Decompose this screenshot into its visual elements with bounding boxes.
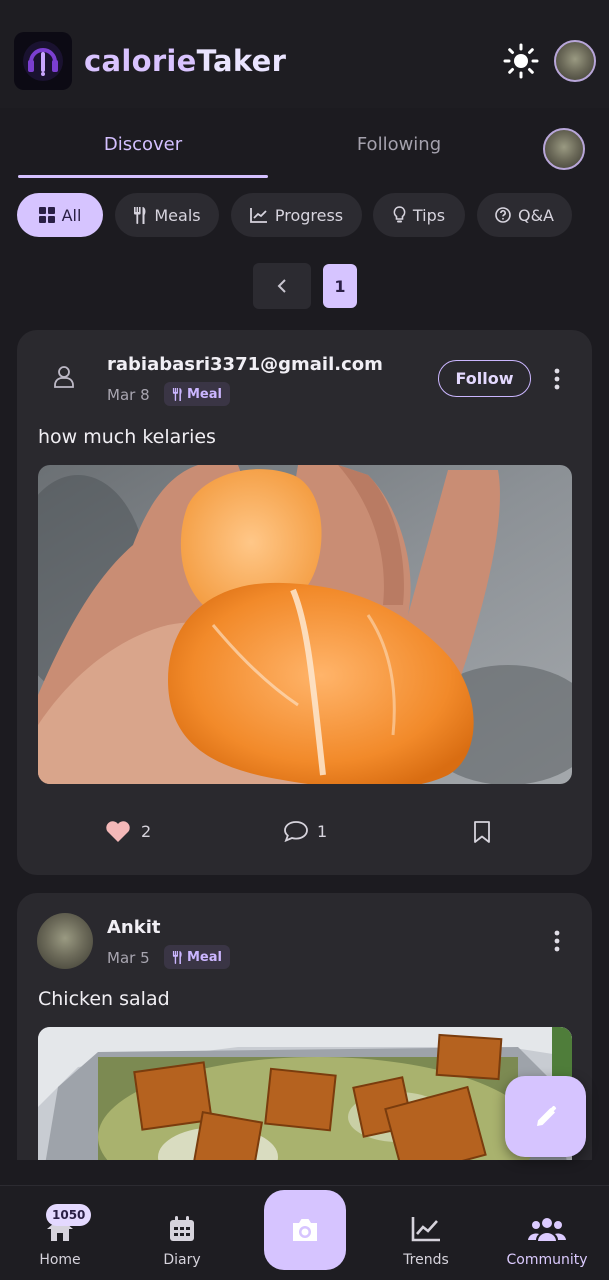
category-badge: Meal: [164, 945, 230, 969]
heart-icon: [106, 821, 130, 842]
my-profile-avatar[interactable]: [543, 128, 585, 170]
more-options-button[interactable]: [547, 364, 567, 394]
post-feed: rabiabasri3371@gmail.com Mar 8 Meal Foll…: [0, 330, 609, 1160]
feed-tabs: Discover Following: [0, 108, 609, 180]
camera-icon: [293, 1219, 317, 1241]
post-image[interactable]: [38, 465, 572, 784]
nav-home[interactable]: 1050 Home: [10, 1204, 110, 1268]
post-text: Chicken salad: [38, 988, 170, 1010]
nav-diary[interactable]: Diary: [132, 1212, 232, 1268]
comment-count: 1: [317, 821, 328, 841]
filter-chip-label: Progress: [274, 205, 344, 225]
filter-chip-tips[interactable]: Tips: [373, 193, 465, 237]
post-author[interactable]: Ankit: [107, 917, 161, 938]
create-post-button[interactable]: [505, 1076, 586, 1157]
post-author[interactable]: rabiabasri3371@gmail.com: [107, 354, 383, 375]
filter-chip-label: Meals: [154, 205, 201, 225]
profile-avatar[interactable]: [554, 40, 596, 82]
filter-chip-label: Tips: [412, 205, 446, 225]
filter-chip-qa[interactable]: Q&A: [477, 193, 572, 237]
pencil-icon: [536, 1105, 556, 1126]
brand-name-part-1: calorie: [84, 44, 197, 78]
app-logo-icon: [14, 32, 72, 90]
nav-label: Trends: [403, 1252, 449, 1268]
more-options-button[interactable]: [547, 926, 567, 956]
grid-icon: [38, 207, 55, 223]
author-avatar[interactable]: [37, 913, 93, 969]
post-card: rabiabasri3371@gmail.com Mar 8 Meal Foll…: [17, 330, 592, 875]
utensils-icon: [134, 206, 146, 224]
more-vertical-icon: [554, 368, 560, 390]
brand-name-part-2: Taker: [196, 44, 287, 78]
utensils-icon: [172, 950, 182, 964]
active-tab-indicator: [18, 175, 268, 178]
nav-trends[interactable]: Trends: [376, 1212, 476, 1268]
chart-icon: [249, 207, 267, 223]
nav-label: Home: [39, 1252, 81, 1268]
tab-following[interactable]: Following: [274, 134, 524, 155]
users-icon: [528, 1218, 566, 1241]
post-actions: 2 1: [17, 820, 592, 852]
nav-label: Diary: [163, 1252, 201, 1268]
category-badge: Meal: [164, 382, 230, 406]
chevron-left-icon: [277, 279, 286, 293]
post-date: Mar 8: [107, 386, 150, 404]
filter-chip-label: Q&A: [517, 205, 554, 225]
filter-chip-label: All: [61, 205, 82, 225]
page-number-button[interactable]: 1: [323, 264, 357, 308]
trends-icon: [411, 1217, 440, 1242]
tab-discover[interactable]: Discover: [18, 134, 268, 155]
nav-community[interactable]: Community: [497, 1212, 597, 1268]
calendar-icon: [170, 1216, 194, 1241]
filter-chips: All Meals Progress Tips Q&A: [17, 193, 597, 237]
like-count: 2: [141, 822, 152, 841]
post-date: Mar 5: [107, 949, 150, 967]
previous-page-button[interactable]: [253, 263, 311, 309]
like-button[interactable]: 2: [105, 820, 151, 843]
filter-chip-meals[interactable]: Meals: [115, 193, 219, 237]
question-icon: [495, 207, 511, 223]
follow-button[interactable]: Follow: [438, 360, 531, 397]
category-label: Meal: [187, 386, 222, 402]
nav-label: Community: [506, 1252, 588, 1268]
home-badge: 1050: [46, 1204, 92, 1226]
bookmark-button[interactable]: [472, 820, 492, 848]
app-title: calorieTaker: [84, 44, 286, 78]
bottom-navigation: 1050 Home Diary Trends Community: [0, 1185, 609, 1280]
bookmark-icon: [474, 821, 490, 843]
comment-icon: [284, 821, 308, 842]
post-text: how much kelaries: [38, 426, 216, 448]
filter-chip-progress[interactable]: Progress: [231, 193, 362, 237]
camera-button[interactable]: [264, 1190, 346, 1270]
filter-chip-all[interactable]: All: [17, 193, 103, 237]
category-label: Meal: [187, 949, 222, 965]
sun-icon: [503, 43, 539, 79]
more-vertical-icon: [554, 930, 560, 952]
default-user-icon: [37, 350, 91, 404]
comment-button[interactable]: 1: [283, 820, 327, 842]
post-image[interactable]: [38, 1027, 572, 1160]
theme-toggle-button[interactable]: [500, 40, 542, 82]
app-header: calorieTaker: [0, 0, 609, 108]
utensils-icon: [172, 387, 182, 401]
lightbulb-icon: [393, 206, 406, 223]
